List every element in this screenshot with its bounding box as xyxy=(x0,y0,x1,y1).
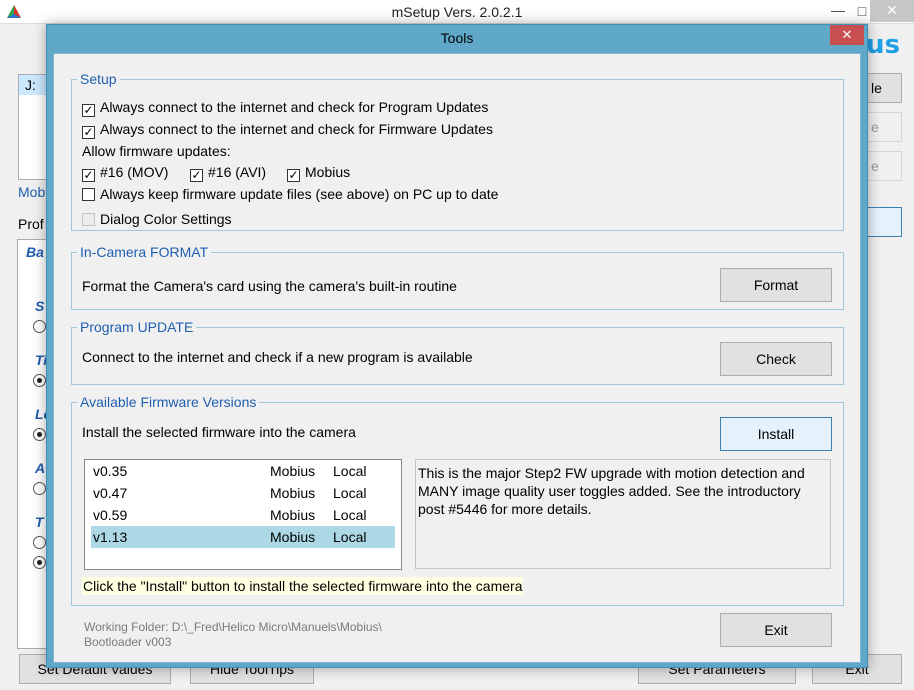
firmware-version: v1.13 xyxy=(93,529,128,545)
tools-dialog: Tools ✕ Setup ✓ Always connect to the int… xyxy=(46,24,868,668)
profile-label: Prof xyxy=(18,216,44,232)
fw-mov-label: #16 (MOV) xyxy=(100,164,169,180)
dialog-close-button[interactable]: ✕ xyxy=(830,25,864,45)
section-label: S xyxy=(35,298,45,314)
firmware-updates-option[interactable]: ✓ Always connect to the internet and chec… xyxy=(82,120,493,139)
firmware-source: Local xyxy=(333,507,367,523)
setup-group: Setup ✓ Always connect to the internet an… xyxy=(71,70,844,231)
bootloader-text: Bootloader v003 xyxy=(84,635,172,649)
firmware-version: v0.59 xyxy=(93,507,128,523)
radio-option[interactable] xyxy=(33,320,46,333)
checkbox-checked-icon[interactable]: ✓ xyxy=(82,169,95,182)
working-folder-text: Working Folder: D:\_Fred\Helico Micro\Ma… xyxy=(84,620,382,634)
radio-option[interactable] xyxy=(33,482,46,495)
program-update-group-title: Program UPDATE xyxy=(77,318,197,336)
firmware-version: v0.47 xyxy=(93,485,128,501)
format-button[interactable]: Format xyxy=(720,268,832,302)
firmware-updates-label: Always connect to the internet and check… xyxy=(100,121,493,137)
mobius-logo: us xyxy=(866,30,900,60)
install-button[interactable]: Install xyxy=(720,417,832,451)
firmware-row-selected[interactable]: v1.13 Mobius Local xyxy=(91,526,395,548)
firmware-source: Local xyxy=(333,529,367,545)
fw-mobius-option[interactable]: ✓ Mobius xyxy=(287,163,350,182)
allow-firmware-label: Allow firmware updates: xyxy=(82,143,231,159)
firmware-group-title: Available Firmware Versions xyxy=(77,393,260,411)
firmware-model: Mobius xyxy=(270,529,316,545)
radio-option[interactable] xyxy=(33,428,46,441)
format-group-title: In-Camera FORMAT xyxy=(77,243,212,261)
radio-option[interactable] xyxy=(33,556,46,569)
checkbox-checked-icon[interactable]: ✓ xyxy=(82,126,95,139)
main-right-button[interactable]: e xyxy=(866,112,902,142)
firmware-description: Install the selected firmware into the c… xyxy=(82,424,356,440)
firmware-list[interactable]: v0.35 Mobius Local v0.47 Mobius Local v0… xyxy=(84,459,402,570)
firmware-row[interactable]: v0.35 Mobius Local xyxy=(91,460,395,482)
check-button[interactable]: Check xyxy=(720,342,832,376)
section-label: A xyxy=(35,460,46,476)
dialog-color-label: Dialog Color Settings xyxy=(100,211,232,227)
maximize-button[interactable]: □ xyxy=(854,0,870,22)
mobius-label: Mobi xyxy=(18,184,49,200)
program-update-description: Connect to the internet and check if a n… xyxy=(82,349,473,365)
firmware-source: Local xyxy=(333,485,367,501)
main-right-field[interactable] xyxy=(866,207,902,237)
firmware-group: Available Firmware Versions Install the … xyxy=(71,393,844,606)
program-update-group: Program UPDATE Connect to the internet a… xyxy=(71,318,844,385)
checkbox-checked-icon[interactable]: ✓ xyxy=(82,104,95,117)
section-label: T xyxy=(35,514,44,530)
dialog-title: Tools xyxy=(440,30,474,46)
main-right-button[interactable]: e xyxy=(866,151,902,181)
program-updates-option[interactable]: ✓ Always connect to the internet and chec… xyxy=(82,98,488,117)
keep-files-label: Always keep firmware update files (see a… xyxy=(100,186,499,202)
program-updates-label: Always connect to the internet and check… xyxy=(100,99,489,115)
firmware-model: Mobius xyxy=(270,507,316,523)
main-right-button[interactable]: le xyxy=(866,73,902,103)
dialog-exit-button[interactable]: Exit xyxy=(720,613,832,647)
radio-option[interactable] xyxy=(33,536,46,549)
fw-avi-label: #16 (AVI) xyxy=(208,164,267,180)
dialog-body: Setup ✓ Always connect to the internet an… xyxy=(53,53,861,663)
minimize-button[interactable]: — xyxy=(822,0,854,22)
dialog-color-option: Dialog Color Settings xyxy=(82,210,232,228)
firmware-model: Mobius xyxy=(270,485,316,501)
tab-basic[interactable]: Ba xyxy=(26,244,44,260)
firmware-model: Mobius xyxy=(270,463,316,479)
firmware-row[interactable]: v0.59 Mobius Local xyxy=(91,504,395,526)
checkbox-checked-icon[interactable]: ✓ xyxy=(287,169,300,182)
firmware-version: v0.35 xyxy=(93,463,128,479)
checkbox-unchecked-icon[interactable] xyxy=(82,188,95,201)
firmware-row[interactable]: v0.47 Mobius Local xyxy=(91,482,395,504)
format-group: In-Camera FORMAT Format the Camera's car… xyxy=(71,243,844,310)
radio-option[interactable] xyxy=(33,374,46,387)
firmware-release-notes: This is the major Step2 FW upgrade with … xyxy=(415,459,831,569)
checkbox-checked-icon[interactable]: ✓ xyxy=(190,169,203,182)
checkbox-disabled-icon xyxy=(82,213,95,226)
format-description: Format the Camera's card using the camer… xyxy=(82,278,457,294)
fw-mov-option[interactable]: ✓ #16 (MOV) xyxy=(82,163,168,182)
main-titlebar: mSetup Vers. 2.0.2.1 — □ ✕ xyxy=(0,0,914,24)
fw-avi-option[interactable]: ✓ #16 (AVI) xyxy=(190,163,266,182)
fw-mobius-label: Mobius xyxy=(305,164,351,180)
keep-files-option[interactable]: Always keep firmware update files (see a… xyxy=(82,185,498,203)
install-hint: Click the "Install" button to install th… xyxy=(82,577,524,595)
setup-group-title: Setup xyxy=(77,70,120,88)
main-close-button[interactable]: ✕ xyxy=(870,0,914,22)
firmware-source: Local xyxy=(333,463,367,479)
main-window-title: mSetup Vers. 2.0.2.1 xyxy=(391,4,523,20)
